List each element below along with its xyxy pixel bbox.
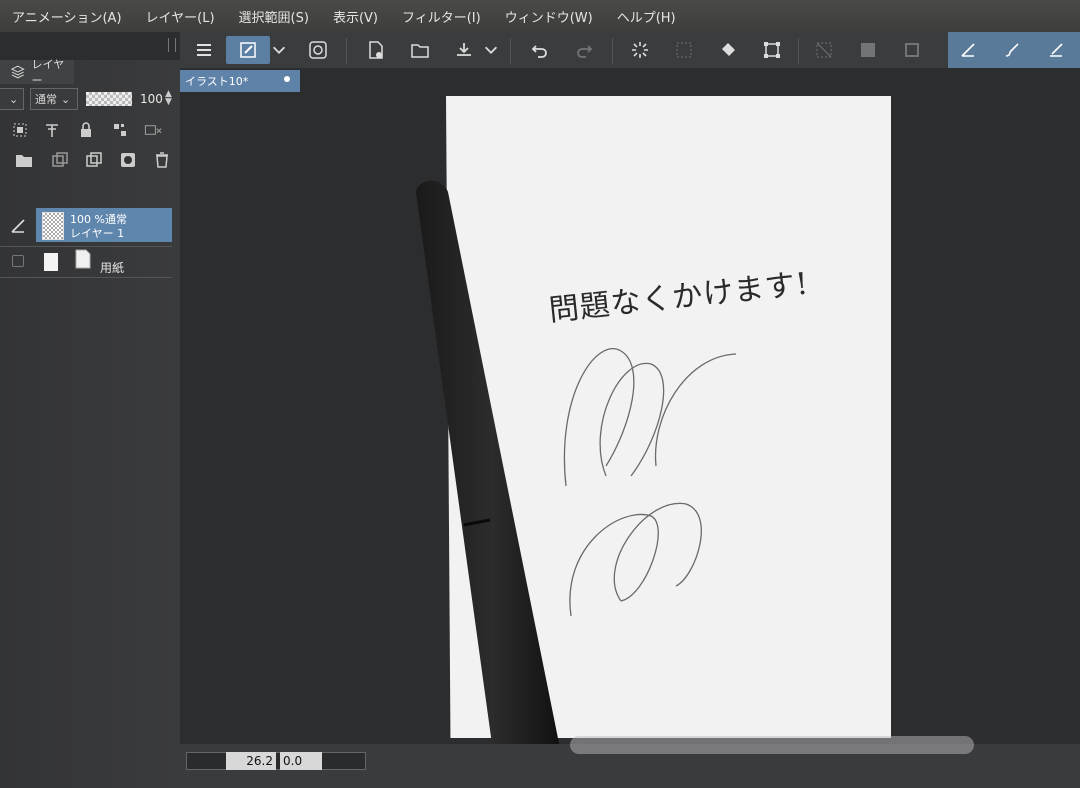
layer-lock-row (0, 116, 180, 144)
lock-transparency-icon[interactable] (110, 120, 130, 140)
clip-icon[interactable] (10, 120, 30, 140)
horizontal-scrollbar[interactable] (570, 736, 974, 754)
open-folder-icon[interactable] (406, 36, 434, 64)
layer-color-dropdown[interactable]: ⌄ (0, 88, 24, 110)
blend-mode-value: 通常 (35, 93, 57, 106)
hamburger-menu-icon[interactable] (190, 36, 218, 64)
document-tab[interactable]: イラスト10* (180, 70, 300, 92)
trash-icon[interactable] (152, 150, 172, 170)
chevron-down-icon[interactable] (270, 36, 288, 64)
menu-layer[interactable]: レイヤー(L) (146, 7, 215, 26)
select-all-icon[interactable] (670, 36, 698, 64)
paper-thumbnail (44, 253, 58, 271)
edit-mode-button[interactable] (226, 36, 270, 64)
reference-layer-icon[interactable] (42, 120, 62, 140)
fill-bucket-icon[interactable] (714, 36, 742, 64)
layer-name: レイヤー 1 (70, 227, 125, 240)
zoom-value[interactable]: 26.2 (226, 752, 276, 770)
transform-icon[interactable] (758, 36, 786, 64)
tab-layer[interactable]: レイヤー (0, 58, 74, 87)
pen-tools-group (948, 32, 1080, 68)
layers-icon (10, 65, 25, 79)
layer-row-paper[interactable]: 用紙 (0, 246, 172, 278)
crop-icon[interactable] (810, 36, 838, 64)
lock-icon[interactable] (76, 120, 96, 140)
menu-filter[interactable]: フィルター(I) (402, 7, 481, 26)
invert-selection-icon[interactable] (854, 36, 882, 64)
layer-row-selected[interactable]: 100 %通常 レイヤー 1 (0, 208, 172, 242)
layer-thumbnail (42, 212, 64, 240)
spiral-logo-icon[interactable] (304, 36, 332, 64)
chevron-down-icon: ⌄ (9, 92, 19, 106)
menu-animation[interactable]: アニメーション(A) (12, 7, 122, 26)
paper-layer-label: 用紙 (100, 261, 125, 275)
save-icon[interactable] (450, 36, 478, 64)
eraser-tool-icon[interactable] (1042, 36, 1070, 64)
opacity-slider[interactable] (86, 92, 132, 106)
menu-help[interactable]: ヘルプ(H) (617, 7, 676, 26)
undo-icon[interactable] (526, 36, 554, 64)
command-bar (180, 32, 1080, 69)
pen-edit-icon (8, 216, 28, 236)
redo-icon[interactable] (570, 36, 598, 64)
menu-selection[interactable]: 選択範囲(S) (239, 7, 309, 26)
chevron-down-icon: ⌄ (61, 92, 71, 106)
loading-spinner-icon[interactable] (626, 36, 654, 64)
layer-property-row: ⌄ 通常 ⌄ 100 ▲ ▼ (0, 86, 180, 114)
layer-actions-row (0, 146, 180, 174)
merge-layer-icon[interactable] (84, 150, 104, 170)
zoom-slider[interactable] (186, 752, 366, 770)
save-options-chevron-icon[interactable] (482, 36, 500, 64)
rotation-value[interactable]: 0.0 (280, 752, 322, 770)
stylus-pen (416, 180, 568, 788)
panel-header (0, 32, 180, 60)
unsaved-dot-icon (284, 76, 290, 82)
brush-tool-icon[interactable] (998, 36, 1026, 64)
menu-bar: アニメーション(A) レイヤー(L) 選択範囲(S) 表示(V) フィルター(I… (0, 0, 1080, 32)
layer-mask-icon[interactable] (118, 150, 138, 170)
pen-tool-icon[interactable] (954, 36, 982, 64)
mask-toggle-icon[interactable] (144, 120, 172, 140)
panel-grip[interactable] (168, 38, 176, 52)
tab-layer-label: レイヤー (31, 58, 65, 87)
document-tab-title: イラスト10* (185, 75, 249, 88)
blend-mode-select[interactable]: 通常 ⌄ (30, 88, 78, 110)
copy-layer-icon[interactable] (50, 150, 70, 170)
visibility-toggle[interactable] (12, 255, 24, 267)
opacity-spinner-icon[interactable]: ▲ ▼ (165, 90, 172, 107)
menu-window[interactable]: ウィンドウ(W) (505, 7, 593, 26)
selection-border-icon[interactable] (898, 36, 926, 64)
new-folder-icon[interactable] (14, 150, 34, 170)
paper-icon (74, 249, 92, 269)
opacity-value: 100 (140, 92, 163, 106)
new-file-icon[interactable] (362, 36, 390, 64)
layer-panel: レイヤー ⌄ 通常 ⌄ 100 ▲ ▼ 100 %通常 レイヤー 1 用紙 (0, 32, 180, 788)
menu-view[interactable]: 表示(V) (333, 7, 378, 26)
